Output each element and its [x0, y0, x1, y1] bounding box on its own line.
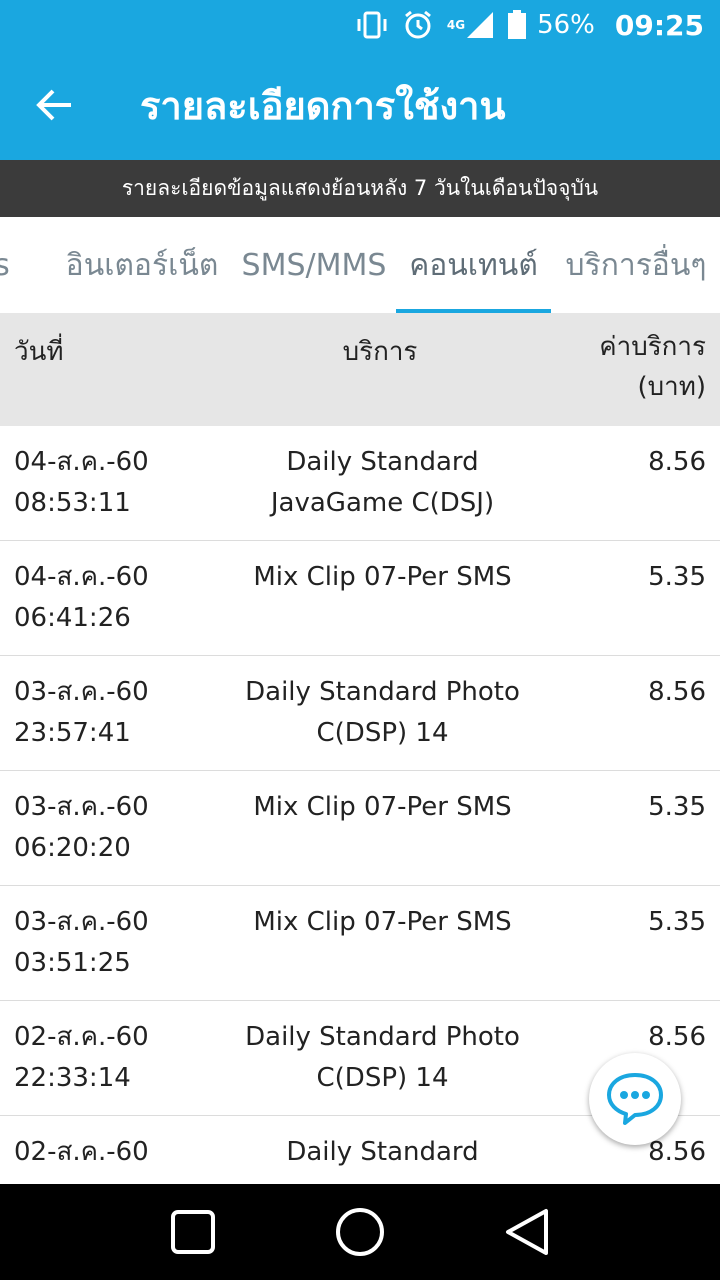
- table-header: วันที่ บริการ ค่าบริการ (บาท): [0, 313, 720, 426]
- row-date: 03-ส.ค.-60: [14, 907, 149, 937]
- home-button[interactable]: [320, 1192, 400, 1272]
- table-row: 04-ส.ค.-60 06:41:26 Mix Clip 07-Per SMS …: [0, 541, 720, 656]
- recents-square-icon: [171, 1210, 216, 1254]
- row-service-line1: Daily Standard: [286, 1137, 479, 1167]
- row-service-line2: JavaGame C(DSJ): [270, 488, 495, 518]
- cell-date: 04-ส.ค.-60 08:53:11: [14, 442, 149, 524]
- tab-content[interactable]: คอนเทนต์: [396, 217, 551, 313]
- tab-bar: s อินเตอร์เน็ต SMS/MMS คอนเทนต์ บริการอื…: [0, 217, 720, 313]
- tab-partial[interactable]: s: [0, 217, 12, 313]
- row-date: 04-ส.ค.-60: [14, 447, 149, 477]
- info-banner: รายละเอียดข้อมูลแสดงย้อนหลัง 7 วันในเดือ…: [0, 160, 720, 217]
- cell-date: 02-ส.ค.-60: [14, 1132, 149, 1173]
- row-price: 8.56: [648, 677, 706, 707]
- page-title: รายละเอียดการใช้งาน: [140, 83, 506, 128]
- cell-service: Daily Standard Photo C(DSP) 14: [230, 672, 535, 754]
- table-row: 03-ส.ค.-60 23:57:41 Daily Standard Photo…: [0, 656, 720, 771]
- cell-service: Mix Clip 07-Per SMS: [230, 787, 535, 828]
- recents-button[interactable]: [153, 1192, 233, 1272]
- row-date: 02-ส.ค.-60: [14, 1137, 149, 1167]
- column-header-price-unit: (บาท): [637, 372, 706, 402]
- row-price: 5.35: [648, 562, 706, 592]
- tab-internet[interactable]: อินเตอร์เน็ต: [52, 217, 232, 313]
- column-header-service: บริการ: [342, 337, 418, 367]
- row-time: 03:51:25: [14, 948, 131, 978]
- home-circle-icon: [335, 1208, 384, 1256]
- battery-icon: [507, 10, 527, 40]
- tab-other-services[interactable]: บริการอื่นๆ: [556, 217, 716, 313]
- column-header-price-label: ค่าบริการ: [599, 332, 706, 362]
- row-service-line2: C(DSP) 14: [316, 718, 449, 748]
- row-date: 03-ส.ค.-60: [14, 677, 149, 707]
- signal-icon: [467, 12, 494, 38]
- row-date: 03-ส.ค.-60: [14, 792, 149, 822]
- column-header-price: ค่าบริการ (บาท): [599, 327, 706, 407]
- cell-date: 02-ส.ค.-60 22:33:14: [14, 1017, 149, 1099]
- table-row: 03-ส.ค.-60 06:20:20 Mix Clip 07-Per SMS …: [0, 771, 720, 886]
- row-price: 5.35: [648, 907, 706, 937]
- cell-service: Mix Clip 07-Per SMS: [230, 902, 535, 943]
- back-nav-button[interactable]: [487, 1192, 567, 1272]
- column-header-date: วันที่: [14, 337, 64, 367]
- row-date: 04-ส.ค.-60: [14, 562, 149, 592]
- app-bar: รายละเอียดการใช้งาน: [0, 50, 720, 160]
- cell-service: Daily Standard: [230, 1132, 535, 1173]
- row-price: 8.56: [648, 447, 706, 477]
- battery-level: 56%: [537, 10, 595, 40]
- row-price: 8.56: [648, 1022, 706, 1052]
- row-service-line1: Daily Standard Photo: [245, 677, 520, 707]
- row-time: 23:57:41: [14, 718, 131, 748]
- back-triangle-icon: [505, 1209, 548, 1255]
- alarm-icon: [403, 10, 433, 40]
- table-row: 03-ส.ค.-60 03:51:25 Mix Clip 07-Per SMS …: [0, 886, 720, 1001]
- row-service-line1: Daily Standard: [286, 447, 479, 477]
- row-service-line1: Mix Clip 07-Per SMS: [253, 562, 512, 592]
- row-time: 08:53:11: [14, 488, 131, 518]
- cell-date: 03-ส.ค.-60 23:57:41: [14, 672, 149, 754]
- cell-service: Mix Clip 07-Per SMS: [230, 557, 535, 598]
- row-time: 22:33:14: [14, 1063, 131, 1093]
- status-bar: 4G 56% 09:25: [0, 0, 720, 50]
- cell-date: 04-ส.ค.-60 06:41:26: [14, 557, 149, 639]
- table-row: 04-ส.ค.-60 08:53:11 Daily Standard JavaG…: [0, 426, 720, 541]
- tab-sms-mms[interactable]: SMS/MMS: [236, 217, 392, 313]
- row-price: 5.35: [648, 792, 706, 822]
- back-button[interactable]: [0, 50, 110, 160]
- cell-service: Daily Standard JavaGame C(DSJ): [230, 442, 535, 524]
- clock: 09:25: [614, 8, 704, 42]
- vibrate-icon: [355, 11, 389, 39]
- row-time: 06:20:20: [14, 833, 131, 863]
- row-service-line1: Daily Standard Photo: [245, 1022, 520, 1052]
- chat-bubble-icon: [607, 1073, 663, 1125]
- system-nav-bar: [0, 1184, 720, 1280]
- cell-service: Daily Standard Photo C(DSP) 14: [230, 1017, 535, 1099]
- cell-date: 03-ส.ค.-60 03:51:25: [14, 902, 149, 984]
- row-service-line1: Mix Clip 07-Per SMS: [253, 792, 512, 822]
- arrow-left-icon: [36, 89, 71, 121]
- row-service-line2: C(DSP) 14: [316, 1063, 449, 1093]
- row-service-line1: Mix Clip 07-Per SMS: [253, 907, 512, 937]
- chat-button[interactable]: [589, 1053, 681, 1145]
- cell-date: 03-ส.ค.-60 06:20:20: [14, 787, 149, 869]
- row-time: 06:41:26: [14, 603, 131, 633]
- row-date: 02-ส.ค.-60: [14, 1022, 149, 1052]
- network-type: 4G: [446, 18, 466, 32]
